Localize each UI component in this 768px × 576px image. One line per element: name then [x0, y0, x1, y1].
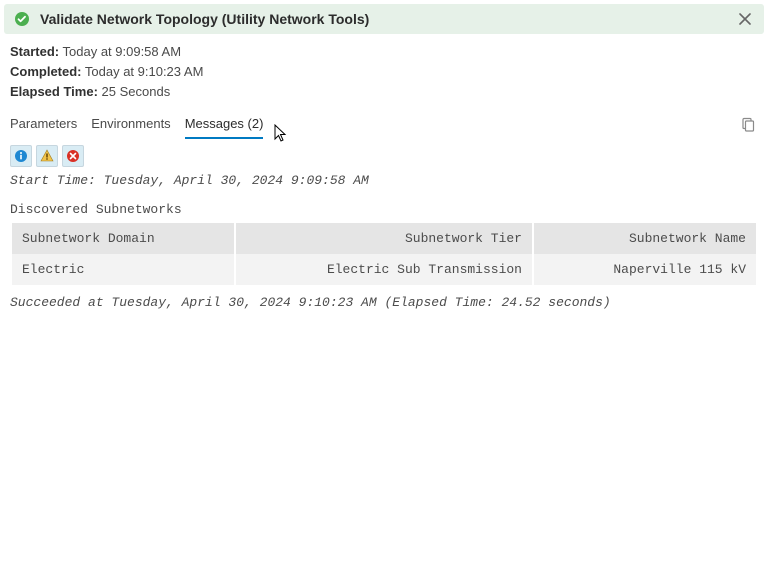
message-start-time: Start Time: Tuesday, April 30, 2024 9:09…: [10, 173, 758, 188]
filter-info-button[interactable]: [10, 145, 32, 167]
tab-messages[interactable]: Messages (2): [185, 112, 264, 139]
message-succeeded: Succeeded at Tuesday, April 30, 2024 9:1…: [10, 295, 758, 310]
copy-messages-button[interactable]: [740, 117, 758, 135]
success-icon: [14, 11, 30, 27]
close-button[interactable]: [736, 10, 754, 28]
started-value: Today at 9:09:58 AM: [63, 44, 182, 59]
completed-value: Today at 9:10:23 AM: [85, 64, 204, 79]
elapsed-label: Elapsed Time:: [10, 84, 98, 99]
cell-domain: Electric: [12, 254, 234, 285]
subnetworks-table: Subnetwork Domain Subnetwork Tier Subnet…: [10, 223, 758, 285]
discovered-subnetworks-heading: Discovered Subnetworks: [10, 202, 758, 217]
completed-label: Completed:: [10, 64, 82, 79]
header-bar: Validate Network Topology (Utility Netwo…: [4, 4, 764, 34]
col-header-tier: Subnetwork Tier: [236, 223, 532, 254]
table-header-row: Subnetwork Domain Subnetwork Tier Subnet…: [12, 223, 756, 254]
run-metadata: Started: Today at 9:09:58 AM Completed: …: [4, 40, 764, 106]
col-header-name: Subnetwork Name: [534, 223, 756, 254]
cell-tier: Electric Sub Transmission: [236, 254, 532, 285]
cell-name: Naperville 115 kV: [534, 254, 756, 285]
tab-strip: Parameters Environments Messages (2): [10, 112, 740, 139]
started-label: Started:: [10, 44, 59, 59]
filter-error-button[interactable]: [62, 145, 84, 167]
tab-parameters[interactable]: Parameters: [10, 112, 77, 139]
dialog-title: Validate Network Topology (Utility Netwo…: [40, 11, 736, 27]
tab-environments[interactable]: Environments: [91, 112, 170, 139]
table-row: Electric Electric Sub Transmission Naper…: [12, 254, 756, 285]
filter-warning-button[interactable]: [36, 145, 58, 167]
col-header-domain: Subnetwork Domain: [12, 223, 234, 254]
elapsed-value: 25 Seconds: [102, 84, 171, 99]
